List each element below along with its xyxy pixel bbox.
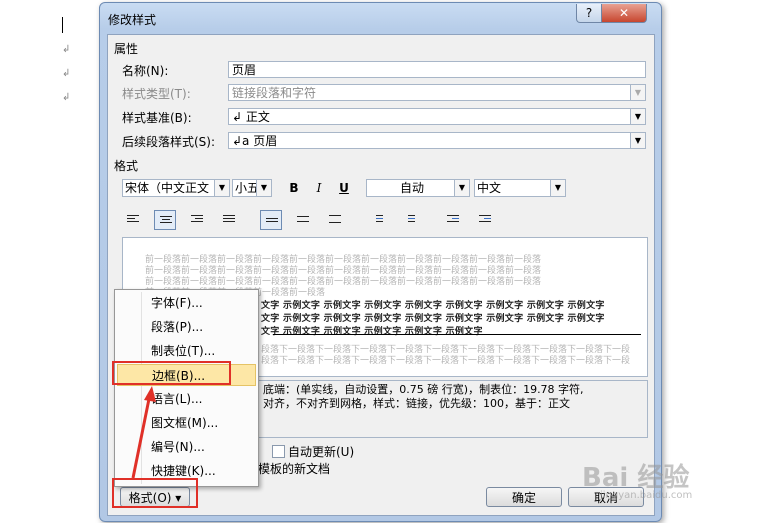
justify-button[interactable] <box>218 210 240 230</box>
style-type-value: 链接段落和字符 <box>232 86 317 100</box>
description-line: 底端：(单实线，自动设置，0.75 磅 行宽)，制表位：19.78 字符, <box>263 383 584 396</box>
decrease-indent-button[interactable] <box>442 210 464 230</box>
close-button[interactable]: ✕ <box>601 4 647 23</box>
increase-indent-icon <box>479 215 491 225</box>
properties-section-label: 属性 <box>114 42 139 56</box>
font-select[interactable]: 宋体（中文正文 ▼ <box>122 179 230 197</box>
ok-button[interactable]: 确定 <box>486 487 562 507</box>
align-center-button[interactable] <box>154 210 176 230</box>
chevron-down-icon[interactable]: ▼ <box>454 180 469 196</box>
paragraph-mark-icon: ↲ <box>62 44 71 55</box>
bold-button[interactable]: B <box>284 180 304 197</box>
chevron-down-icon[interactable]: ▼ <box>550 180 565 196</box>
preview-sample-text: 文字 示例文字 示例文字 示例文字 示例文字 示例文字 示例文字 示例文字 示例… <box>261 314 605 324</box>
chevron-down-icon: ▼ <box>630 85 645 100</box>
menu-item-paragraph[interactable]: 段落(P)... <box>117 316 256 338</box>
chevron-down-icon[interactable]: ▼ <box>256 180 271 196</box>
decrease-spacing-icon <box>403 215 415 225</box>
double-spacing-icon <box>329 215 341 225</box>
increase-indent-button[interactable] <box>474 210 496 230</box>
menu-item-font[interactable]: 字体(F)... <box>117 292 256 314</box>
one-half-spacing-icon <box>297 215 309 225</box>
increase-spacing-icon <box>371 215 383 225</box>
menu-item-frame[interactable]: 图文框(M)... <box>117 412 256 434</box>
paragraph-mark-icon: ↲ <box>62 92 71 103</box>
description-line: 对齐，不对齐到网格，样式：链接，优先级：100，基于：正文 <box>263 397 570 410</box>
watermark-logo: Bai 经验 <box>582 463 690 493</box>
align-left-icon <box>127 215 139 225</box>
single-spacing-button[interactable] <box>260 210 282 230</box>
name-label: 名称(N): <box>122 64 169 78</box>
format-dropdown-menu: 字体(F)... 段落(P)... 制表位(T)... 边框(B)... 语言(… <box>114 289 259 487</box>
justify-icon <box>223 215 235 225</box>
align-center-icon <box>160 216 172 226</box>
text-cursor <box>62 17 63 33</box>
language-select[interactable]: 中文 ▼ <box>474 179 566 197</box>
paragraph-mark-icon: ↲ <box>62 68 71 79</box>
style-type-label: 样式类型(T): <box>122 87 191 101</box>
chevron-down-icon[interactable]: ▼ <box>214 180 229 196</box>
annotation-highlight-border-item <box>112 361 231 385</box>
based-on-value: ↲ 正文 <box>232 110 270 124</box>
dialog-title: 修改样式 <box>108 13 157 27</box>
font-color-value: 自动 <box>399 181 424 195</box>
menu-item-tabs[interactable]: 制表位(T)... <box>117 340 256 362</box>
underline-button[interactable]: U <box>334 180 354 197</box>
annotation-highlight-format-button <box>112 478 198 508</box>
font-value: 宋体（中文正文 <box>125 181 210 195</box>
one-half-spacing-button[interactable] <box>292 210 314 230</box>
name-input[interactable]: 页眉 <box>228 61 646 78</box>
preview-sample-text: 文字 示例文字 示例文字 示例文字 示例文字 示例文字 <box>261 327 483 337</box>
decrease-paragraph-spacing-button[interactable] <box>398 210 420 230</box>
menu-item-language[interactable]: 语言(L)... <box>117 388 256 410</box>
next-style-select[interactable]: ↲a 页眉 ▼ <box>228 132 646 149</box>
template-option-label: 模板的新文档 <box>258 462 331 476</box>
align-right-icon <box>191 215 203 225</box>
double-spacing-button[interactable] <box>324 210 346 230</box>
auto-update-label: 自动更新(U) <box>288 445 355 459</box>
chevron-down-icon[interactable]: ▼ <box>630 109 645 124</box>
next-style-label: 后续段落样式(S): <box>122 135 216 149</box>
single-spacing-icon <box>266 216 278 226</box>
increase-paragraph-spacing-button[interactable] <box>366 210 388 230</box>
preview-next-paragraph: 段落下一段落下一段落下一段落下一段落下一段落下一段落下一段落下一段落下一段落下一… <box>261 356 631 366</box>
help-button[interactable]: ? <box>576 4 602 23</box>
chevron-down-icon[interactable]: ▼ <box>630 133 645 148</box>
preview-sample-text: 文字 示例文字 示例文字 示例文字 示例文字 示例文字 示例文字 示例文字 示例… <box>261 301 605 311</box>
font-color-select[interactable]: 自动 ▼ <box>366 179 470 197</box>
decrease-indent-icon <box>447 215 459 225</box>
align-left-button[interactable] <box>122 210 144 230</box>
align-right-button[interactable] <box>186 210 208 230</box>
based-on-label: 样式基准(B): <box>122 111 192 125</box>
format-section-label: 格式 <box>114 159 139 173</box>
auto-update-checkbox[interactable] <box>272 445 285 458</box>
italic-button[interactable]: I <box>309 180 329 197</box>
menu-item-numbering[interactable]: 编号(N)... <box>117 436 256 458</box>
language-value: 中文 <box>477 181 502 195</box>
style-type-select: 链接段落和字符 ▼ <box>228 84 646 101</box>
watermark-url: jingyan.baidu.com <box>600 490 693 501</box>
based-on-select[interactable]: ↲ 正文 ▼ <box>228 108 646 125</box>
font-size-select[interactable]: 小五 ▼ <box>232 179 272 197</box>
next-style-value: ↲a 页眉 <box>232 134 278 148</box>
preview-bottom-border <box>273 334 641 335</box>
close-icon: ✕ <box>618 6 630 20</box>
